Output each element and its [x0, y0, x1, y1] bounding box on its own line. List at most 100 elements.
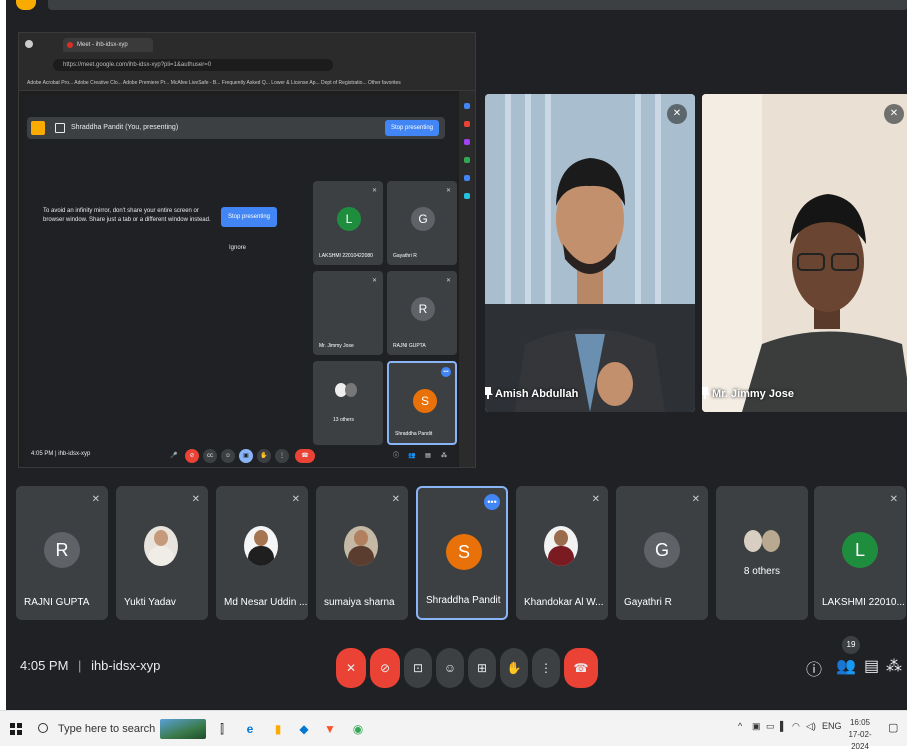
warning-stop-presenting-button[interactable]: Stop presenting [221, 207, 277, 227]
mic-off-icon: ✕ [191, 494, 200, 505]
file-explorer-icon[interactable]: ▮ [270, 721, 286, 737]
task-view-icon[interactable]: ⫿ [214, 721, 230, 737]
taskbar-clock[interactable]: 16:05 17-02-2024 [842, 717, 878, 753]
end-call-button[interactable]: ☎ [564, 648, 598, 688]
participant-name: Md Nesar Uddin ... [224, 597, 308, 608]
participant-video [485, 94, 695, 412]
participant-video [702, 94, 907, 412]
sidebar-app-icon[interactable] [464, 139, 470, 145]
end-call-icon[interactable]: ☎ [295, 449, 315, 463]
emoji-icon[interactable]: ☺ [221, 449, 235, 463]
participant-name: LAKSHMI 22010... [822, 597, 905, 608]
participant-tile-lakshmi[interactable]: ✕ L LAKSHMI 22010... [814, 486, 906, 620]
video-tile-jimmy[interactable]: ✕ Mr. Jimmy Jose [702, 94, 907, 412]
inner-tile-lakshmi[interactable]: ✕ L LAKSHMI 22010422080 [313, 181, 383, 265]
bookmarks-bar[interactable]: Adobe Acrobat Pro... Adobe Creative Clo.… [19, 75, 475, 91]
avatar-body [248, 546, 274, 566]
avatar: S [413, 389, 437, 413]
pin-icon[interactable] [485, 386, 493, 399]
chat-icon[interactable]: ▤ [864, 656, 879, 676]
participant-tile-others[interactable]: 8 others [716, 486, 808, 620]
browser-tab[interactable]: Meet - ihb-idsx-xyp [63, 38, 153, 52]
avatar-body [148, 546, 174, 566]
chrome-icon[interactable]: ◉ [350, 721, 366, 737]
participant-count-badge: 19 [842, 636, 860, 654]
sidebar-app-icon[interactable] [464, 121, 470, 127]
volume-icon[interactable]: ◁) [806, 721, 816, 732]
chat-icon[interactable]: ▤ [421, 449, 435, 463]
mic-off-icon: ✕ [591, 494, 600, 505]
sidebar-app-icon[interactable] [464, 103, 470, 109]
participant-tile-gayathri[interactable]: ✕ G Gayathri R [616, 486, 708, 620]
avatar [544, 526, 578, 566]
mic-icon[interactable]: 🎤 [167, 449, 181, 463]
stop-presenting-button[interactable]: Stop presenting [385, 120, 439, 136]
url-field[interactable]: https://meet.google.com/ihb-idsx-xyp?pli… [53, 59, 333, 71]
avatar [244, 526, 278, 566]
sidebar-app-icon[interactable] [464, 157, 470, 163]
video-tile-amish[interactable]: ✕ Amish Abdullah [485, 94, 695, 412]
camera-off-button[interactable]: ⊘ [370, 648, 400, 688]
activities-icon[interactable]: ⁂ [437, 449, 451, 463]
participant-tile-yukti[interactable]: ✕ Yukti Yadav [116, 486, 208, 620]
sidebar-app-icon[interactable] [464, 175, 470, 181]
participant-tile-shraddha[interactable]: ••• S Shraddha Pandit [416, 486, 508, 620]
present-icon[interactable]: ▣ [239, 449, 253, 463]
sidebar-app-icon[interactable] [464, 193, 470, 199]
presenting-label: Shraddha Pandit (You, presenting) [71, 124, 179, 131]
taskbar-search[interactable]: Type here to search [36, 715, 156, 743]
emoji-button[interactable]: ☺ [436, 648, 464, 688]
pin-icon[interactable] [702, 386, 710, 399]
participant-tile-rajni[interactable]: ✕ R RAJNI GUPTA [16, 486, 108, 620]
info-icon[interactable]: ⓘ [806, 656, 822, 680]
camera-off-icon[interactable]: ⊘ [185, 449, 199, 463]
participant-name: Yukti Yadav [124, 597, 176, 608]
top-yellow-tab [16, 0, 36, 10]
participant-name: Khandokar Al W... [524, 597, 604, 608]
inner-time-value: 4:05 PM [31, 451, 54, 457]
raise-hand-button[interactable]: ✋ [500, 648, 528, 688]
language-indicator[interactable]: ENG [822, 721, 842, 731]
tile-name: Shraddha Pandit [395, 431, 433, 437]
avatar: L [842, 532, 878, 568]
mic-tray-icon[interactable]: ▌ [780, 721, 786, 731]
activities-icon[interactable]: ⁂ [886, 656, 902, 676]
notifications-icon[interactable]: ▢ [888, 721, 898, 734]
edge-icon[interactable]: e [242, 721, 258, 737]
captions-icon[interactable]: cc [203, 449, 217, 463]
more-options-icon[interactable]: ••• [441, 367, 451, 377]
tile-name: LAKSHMI 22010422080 [319, 253, 373, 259]
windows-start-icon[interactable] [10, 723, 22, 735]
people-icon[interactable]: 👥 [836, 656, 856, 676]
present-button[interactable]: ⊞ [468, 648, 496, 688]
avatar-body [348, 546, 374, 566]
more-options-button[interactable]: ⋮ [532, 648, 560, 688]
mic-off-button[interactable]: ✕ [336, 648, 366, 688]
inner-tile-jimmy[interactable]: ✕ Mr. Jimmy Jose [313, 271, 383, 355]
screen: Meet - ihb-idsx-xyp https://meet.google.… [0, 0, 907, 751]
participant-tile-khandokar[interactable]: ✕ Khandokar Al W... [516, 486, 608, 620]
store-icon[interactable]: ◆ [296, 721, 312, 737]
info-icon[interactable]: ⓘ [389, 449, 403, 463]
tray-chevron-icon[interactable]: ^ [738, 721, 742, 731]
inner-tile-others[interactable]: 13 others [313, 361, 383, 445]
mic-off-icon: ✕ [91, 494, 100, 505]
tray-app-icon[interactable]: ▣ [752, 721, 761, 732]
wifi-icon[interactable]: ◠ [792, 721, 800, 732]
avatar-head [554, 530, 568, 546]
more-options-icon[interactable]: ⋮ [275, 449, 289, 463]
captions-button[interactable]: ⊡ [404, 648, 432, 688]
ignore-button[interactable]: Ignore [229, 245, 246, 251]
inner-tile-rajni[interactable]: ✕ R RAJNI GUPTA [387, 271, 457, 355]
more-options-icon[interactable]: ••• [484, 494, 500, 510]
avatar-head [354, 530, 368, 546]
participant-tile-sumaiya[interactable]: ✕ sumaiya sharna [316, 486, 408, 620]
participant-tile-nesar[interactable]: ✕ Md Nesar Uddin ... [216, 486, 308, 620]
people-icon[interactable]: 👥 [405, 449, 419, 463]
raise-hand-icon[interactable]: ✋ [257, 449, 271, 463]
inner-tile-shraddha[interactable]: ••• S Shraddha Pandit [387, 361, 457, 445]
battery-icon[interactable]: ▭ [766, 721, 775, 732]
mic-off-icon: ✕ [371, 278, 377, 284]
inner-tile-gayathri[interactable]: ✕ G Gayathri R [387, 181, 457, 265]
brave-icon[interactable]: ▼ [322, 721, 338, 737]
